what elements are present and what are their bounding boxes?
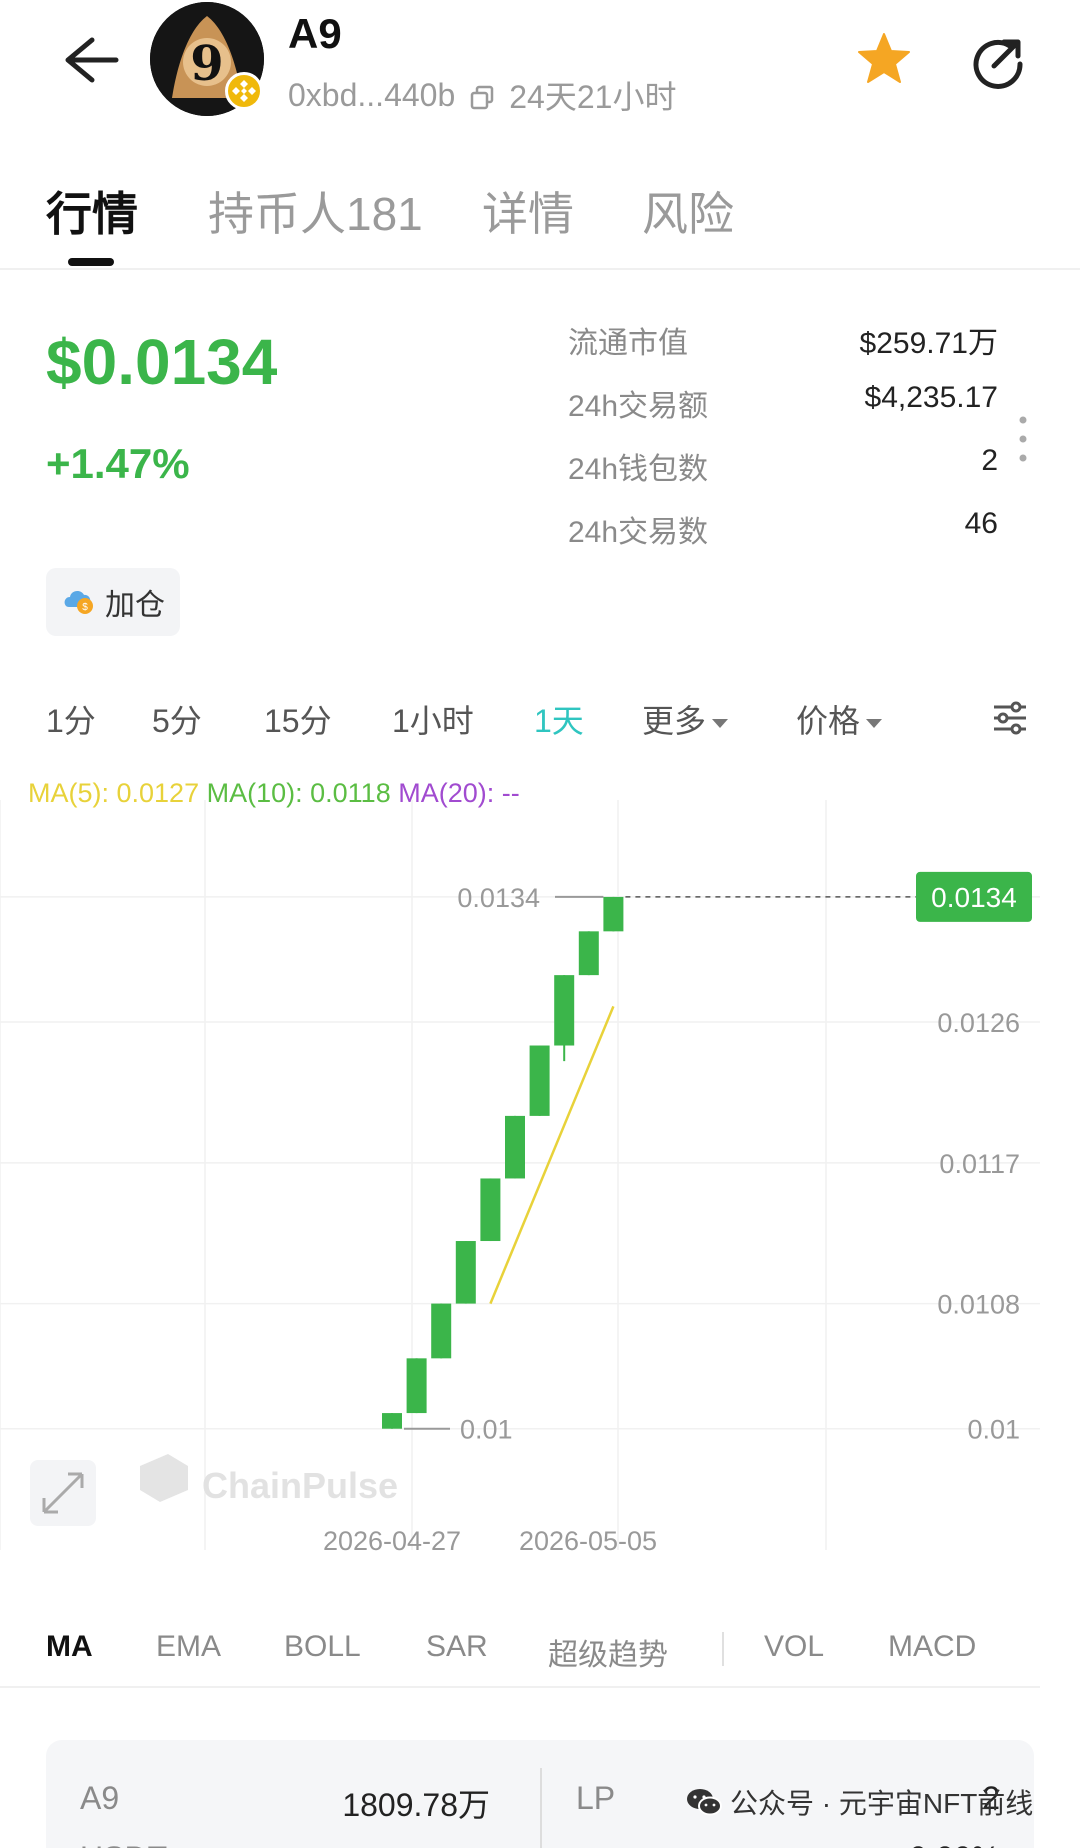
- stat-row: 流通市值 $259.71万: [568, 312, 998, 375]
- current-price: $0.0134: [46, 326, 278, 398]
- price-mode-label: 价格: [796, 703, 861, 739]
- add-position-button[interactable]: $ 加仓: [46, 568, 180, 636]
- indicator-macd[interactable]: MACD: [888, 1630, 976, 1664]
- caret-down-icon: [712, 719, 729, 729]
- pool-token-value: 1809.78万: [342, 1787, 490, 1823]
- candle-body: [455, 1241, 476, 1304]
- y-tick-label: 0.01: [967, 1415, 1020, 1445]
- x-tick-label: 2026-04-27: [323, 1526, 461, 1556]
- candle-body: [406, 1358, 427, 1414]
- tab-market[interactable]: 行情: [46, 178, 138, 244]
- caret-down-icon: [866, 719, 883, 729]
- favorite-star-icon[interactable]: [855, 30, 913, 88]
- pool-lock-value: 0.00%: [909, 1840, 1000, 1848]
- tab-details[interactable]: 详情: [482, 178, 574, 244]
- indicator-divider: [722, 1632, 724, 1666]
- tab-risk[interactable]: 风险: [642, 178, 734, 244]
- bnb-chain-icon: [225, 72, 263, 110]
- main-tabs: 行情 持币人181 详情 风险: [0, 170, 1080, 270]
- stat-row: 24h交易数 46: [568, 501, 998, 564]
- candle-body: [603, 896, 624, 932]
- chart-watermark: ChainPulse: [202, 1465, 398, 1506]
- candle-body: [505, 1115, 525, 1179]
- stat-label: 流通市值: [568, 327, 688, 360]
- active-tab-indicator: [68, 258, 114, 266]
- copy-icon[interactable]: [469, 82, 495, 110]
- header: 9 A9 0xbd...440b 24天21小时: [0, 0, 1080, 140]
- indicator-vol[interactable]: VOL: [764, 1630, 824, 1664]
- more-vertical-icon[interactable]: [1018, 414, 1028, 464]
- wechat-icon: [686, 1787, 722, 1817]
- chainpulse-logo-icon: [140, 1454, 188, 1502]
- candle-body: [529, 1045, 550, 1116]
- pool-token-label: A9: [80, 1780, 120, 1816]
- stat-value: 2: [981, 444, 998, 477]
- y-tick-label: 0.0108: [937, 1290, 1020, 1320]
- stat-label: 24h交易额: [568, 390, 709, 423]
- stats-panel: 流通市值 $259.71万 24h交易额 $4,235.17 24h钱包数 2 …: [568, 312, 998, 564]
- watermark-text: 公众号 · 元宇宙NFT前线: [730, 1788, 1034, 1819]
- current-price-tag-text: 0.0134: [931, 882, 1017, 913]
- pool-divider: [540, 1768, 542, 1848]
- indicator-ma[interactable]: MA: [46, 1630, 93, 1664]
- timeframe-1h[interactable]: 1小时: [392, 696, 474, 742]
- contract-address: 0xbd...440b: [288, 76, 456, 113]
- candle-body: [431, 1303, 452, 1359]
- cloud-coin-icon: $: [61, 585, 95, 620]
- x-tick-label: 2026-05-05: [519, 1526, 657, 1556]
- add-position-label: 加仓: [105, 589, 165, 622]
- wechat-watermark: 公众号 · 元宇宙NFT前线: [686, 1782, 1033, 1822]
- indicator-supertrend[interactable]: 超级趋势: [548, 1630, 668, 1674]
- timeframe-more-label: 更多: [642, 703, 707, 739]
- stat-row: 24h交易额 $4,235.17: [568, 375, 998, 438]
- timeframe-5m[interactable]: 5分: [152, 696, 202, 742]
- timeframe-1d[interactable]: 1天: [534, 696, 584, 742]
- indicator-boll[interactable]: BOLL: [284, 1630, 361, 1664]
- max-price-label: 0.0134: [457, 883, 540, 913]
- tab-holders[interactable]: 持币人181: [208, 178, 423, 244]
- stat-label: 24h钱包数: [568, 453, 709, 486]
- indicator-tabs: MA EMA BOLL SAR 超级趋势 VOL MACD: [0, 1628, 1040, 1688]
- candle-body: [578, 931, 599, 976]
- stat-value: $4,235.17: [864, 381, 998, 414]
- back-arrow-icon[interactable]: [50, 30, 120, 90]
- pool-usdt-value: 24.38万: [378, 1840, 490, 1848]
- stat-row: 24h钱包数 2: [568, 438, 998, 501]
- token-name: A9: [288, 10, 342, 57]
- timeframe-15m[interactable]: 15分: [264, 696, 332, 742]
- chart-settings-icon[interactable]: [990, 698, 1030, 738]
- min-price-label: 0.01: [460, 1415, 513, 1445]
- y-tick-label: 0.0126: [937, 1008, 1020, 1038]
- timeframe-more-dropdown[interactable]: 更多: [642, 696, 729, 742]
- pool-usdt-label: USDT: [80, 1840, 167, 1848]
- indicator-sar[interactable]: SAR: [426, 1630, 488, 1664]
- timeframe-1m[interactable]: 1分: [46, 696, 96, 742]
- timeframe-bar: 1分 5分 15分 1小时 1天 更多 价格: [0, 690, 1080, 750]
- token-meta: 0xbd...440b 24天21小时: [288, 72, 676, 118]
- price-change: +1.47%: [46, 440, 190, 487]
- share-icon[interactable]: [970, 34, 1026, 90]
- pool-lp-label: LP: [576, 1780, 616, 1816]
- candle-body: [382, 1413, 402, 1429]
- candle-body: [554, 975, 575, 1046]
- candlestick-chart[interactable]: 0.0126 0.0117 0.0108 0.01 0.0134 0.01 0.0134 20…: [0, 760, 1040, 1580]
- stat-value: $259.71万: [859, 327, 998, 360]
- stat-label: 24h交易数: [568, 516, 709, 549]
- token-age: 24天21小时: [509, 79, 677, 115]
- price-mode-dropdown[interactable]: 价格: [796, 696, 883, 742]
- indicator-ema[interactable]: EMA: [156, 1630, 221, 1664]
- svg-text:$: $: [82, 602, 88, 613]
- pool-lock-label: 锁仓: [576, 1840, 640, 1848]
- candle-body: [480, 1178, 501, 1242]
- y-tick-label: 0.0117: [939, 1149, 1020, 1179]
- stat-value: 46: [964, 507, 998, 540]
